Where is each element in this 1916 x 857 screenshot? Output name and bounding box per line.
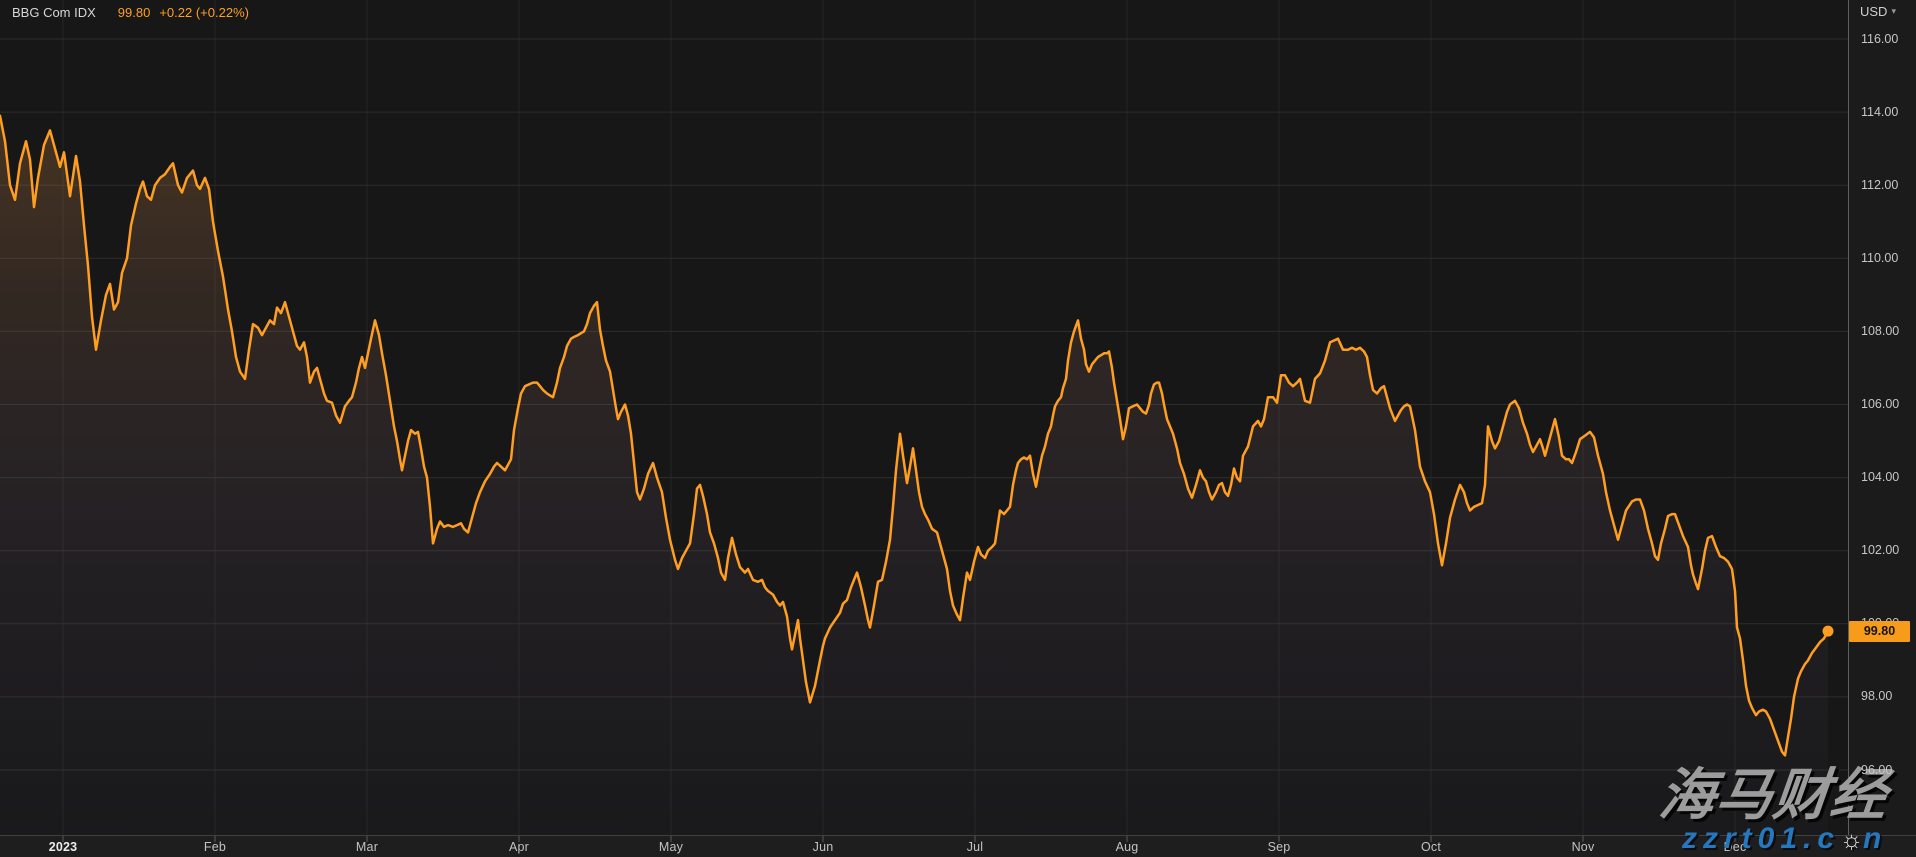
time-axis-label: Feb [204, 840, 226, 854]
price-axis-panel [1848, 0, 1916, 835]
price-chart[interactable] [0, 0, 1916, 857]
price-axis-label: 102.00 [1861, 543, 1913, 557]
chevron-down-icon: ▾ [1891, 6, 1896, 17]
last-price: 99.80 [118, 5, 151, 20]
time-axis-label: Aug [1116, 840, 1139, 854]
last-price-tag: 99.80 [1849, 621, 1910, 642]
price-axis-label: 104.00 [1861, 470, 1913, 484]
price-axis-label: 108.00 [1861, 324, 1913, 338]
time-axis-label: 2023 [49, 840, 78, 854]
chart-header: BBG Com IDX 99.80 +0.22 (+0.22%) [12, 5, 249, 20]
watermark-chinese: 海马财经 [1656, 750, 1893, 831]
price-axis-label: 114.00 [1861, 105, 1913, 119]
time-axis-label: Oct [1421, 840, 1441, 854]
price-axis-label: 98.00 [1861, 689, 1913, 703]
price-axis-label: 96.00 [1861, 763, 1913, 777]
price-change: +0.22 (+0.22%) [159, 5, 249, 20]
time-axis-label: Jun [813, 840, 834, 854]
watermark-site: zzrt01.c☼n [1682, 822, 1887, 856]
price-axis-label: 110.00 [1861, 251, 1913, 265]
time-axis-label: Nov [1572, 840, 1595, 854]
price-axis-label: 112.00 [1861, 178, 1913, 192]
time-axis-label: May [659, 840, 683, 854]
time-axis-label: Mar [356, 840, 378, 854]
watermark-site-text: zzrt01.c [1682, 822, 1840, 855]
time-axis-bar [0, 835, 1916, 857]
time-axis-label: Sep [1268, 840, 1291, 854]
sun-icon: ☼ [1840, 826, 1863, 854]
time-axis-label: Jul [967, 840, 984, 854]
watermark-site-text2: n [1863, 822, 1887, 855]
currency-label: USD [1860, 4, 1887, 19]
last-point-marker [1823, 626, 1834, 637]
currency-selector[interactable]: USD ▾ [1860, 4, 1896, 19]
symbol-label: BBG Com IDX [12, 5, 96, 20]
time-axis-label: Apr [509, 840, 529, 854]
price-axis-label: 116.00 [1861, 32, 1913, 46]
chart-window: 2023FebMarAprMayJunJulAugSepOctNovDec 海马… [0, 0, 1916, 857]
price-axis-label: 106.00 [1861, 397, 1913, 411]
